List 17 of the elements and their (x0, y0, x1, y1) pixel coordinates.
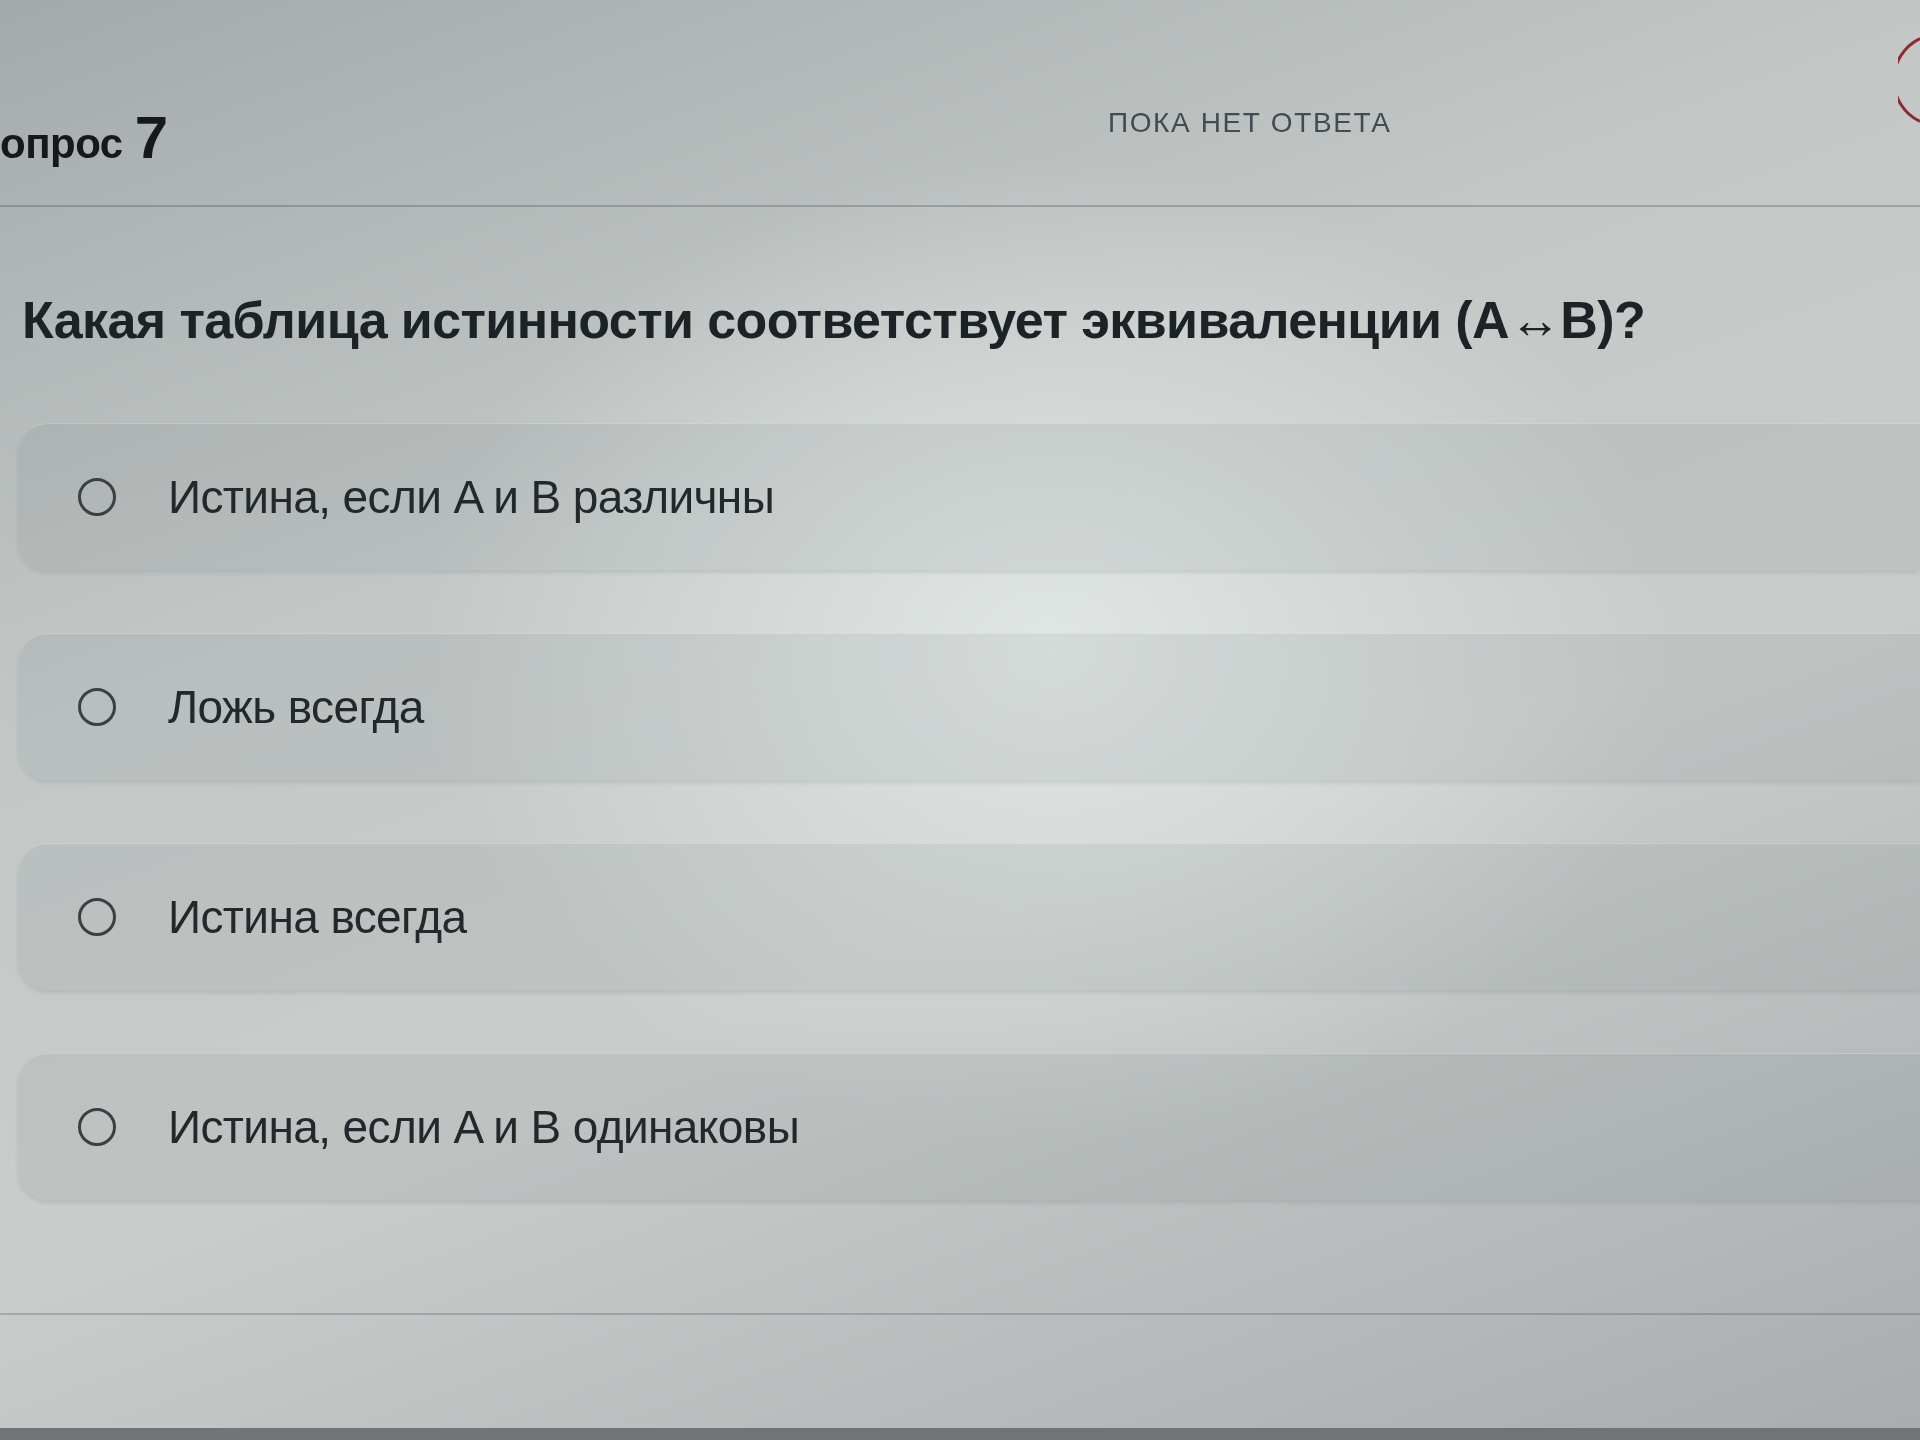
radio-button[interactable] (78, 897, 116, 936)
option-label: Истина, если A и B различны (168, 469, 775, 524)
answer-option[interactable]: Истина, если A и B различны (18, 423, 1920, 570)
question-number: 7 (134, 103, 168, 172)
radio-button[interactable] (78, 477, 116, 516)
option-label: Истина всегда (168, 889, 467, 944)
radio-button[interactable] (78, 687, 116, 726)
radio-button[interactable] (78, 1107, 116, 1146)
question-label: опрос (0, 120, 123, 168)
answer-option[interactable]: Истина всегда (18, 843, 1920, 990)
answer-option[interactable]: Ложь всегда (18, 633, 1920, 780)
ring-icon (1898, 37, 1920, 123)
question-text: Какая таблица истинности соответствует эквиваленции (A↔B)? (21, 290, 1647, 351)
answer-status: ПОКА НЕТ ОТВЕТА (1108, 107, 1392, 139)
option-label: Ложь всегда (168, 679, 424, 734)
option-label: Истина, если A и B одинаковы (168, 1099, 800, 1154)
answer-option[interactable]: Истина, если A и B одинаковы (18, 1053, 1920, 1200)
